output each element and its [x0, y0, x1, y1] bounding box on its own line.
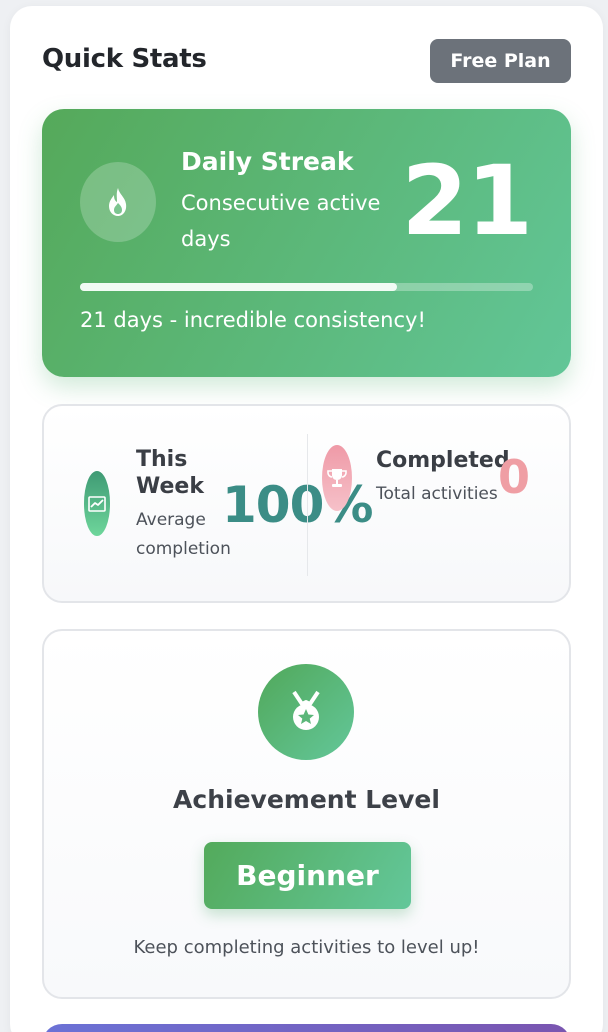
achievement-card: Achievement Level Beginner Keep completi… — [42, 629, 571, 999]
streak-message: 21 days - incredible consistency! — [80, 308, 426, 332]
medal-icon — [258, 664, 354, 760]
week-stat-subtitle: Average completion — [136, 510, 231, 559]
trophy-icon — [322, 445, 352, 511]
fire-icon — [80, 162, 156, 242]
achievement-hint: Keep completing activities to level up! — [133, 937, 480, 958]
streak-title: Daily Streak — [181, 147, 354, 176]
streak-progress-bar — [80, 283, 533, 291]
streak-count: 21 — [401, 145, 533, 257]
daily-streak-card: Daily Streak Consecutive active days 21 … — [42, 109, 571, 377]
streak-progress-fill — [80, 283, 398, 291]
stats-divider — [307, 434, 308, 576]
chart-line-icon — [84, 471, 110, 536]
achievement-title: Achievement Level — [173, 785, 440, 814]
completed-stat-subtitle: Total activities — [376, 484, 498, 504]
completed-stat-title: Completed — [376, 448, 510, 473]
streak-subtitle: Consecutive active days — [181, 191, 381, 251]
weekly-stats-card: This Week Average completion 100% Comple… — [42, 404, 571, 603]
completed-stat-value: 0 — [498, 450, 531, 504]
level-badge-button[interactable]: Beginner — [204, 842, 411, 909]
next-card-edge — [42, 1024, 571, 1032]
week-stat-title: This Week — [136, 447, 204, 499]
plan-badge[interactable]: Free Plan — [430, 39, 571, 83]
page-title: Quick Stats — [42, 44, 207, 74]
